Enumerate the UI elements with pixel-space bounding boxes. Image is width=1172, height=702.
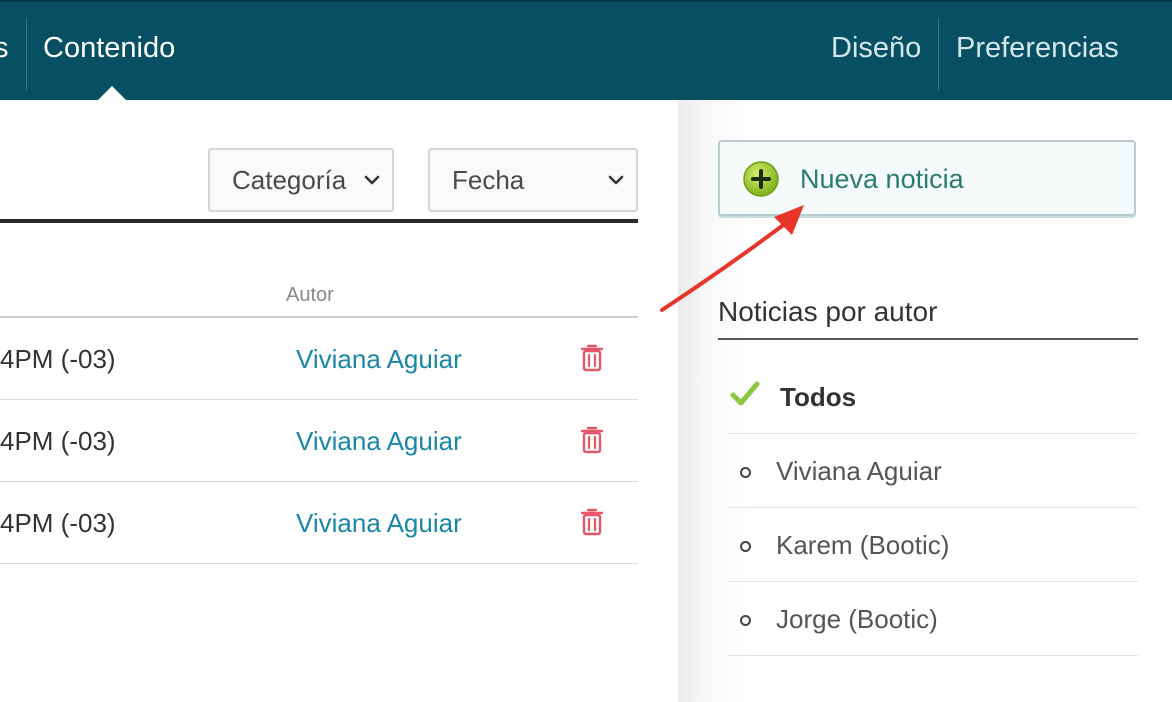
top-nav: s Contenido Diseño Preferencias <box>0 0 1172 102</box>
row-author-link[interactable]: Viviana Aguiar <box>296 508 462 539</box>
column-header-author: Autor <box>286 284 334 306</box>
bullet-icon <box>740 541 751 552</box>
filter-divider <box>0 219 638 223</box>
table-row: 4PM (-03) Viviana Aguiar <box>0 400 638 482</box>
row-date: 4PM (-03) <box>0 508 116 538</box>
trash-icon[interactable] <box>580 508 604 536</box>
section-divider <box>718 338 1138 340</box>
category-select-label: Categoría <box>232 165 347 195</box>
table-row: 4PM (-03) Viviana Aguiar <box>0 482 638 564</box>
table-row: 4PM (-03) Viviana Aguiar <box>0 318 638 400</box>
nav-item-preferencias[interactable]: Preferencias <box>956 32 1119 65</box>
new-post-button-label: Nueva noticia <box>800 164 964 194</box>
author-filter-item[interactable]: Viviana Aguiar <box>728 434 1138 508</box>
row-author-link[interactable]: Viviana Aguiar <box>296 426 462 457</box>
chevron-down-icon <box>364 175 380 185</box>
nav-separator <box>26 18 27 90</box>
author-filter-label: Karem (Bootic) <box>776 530 950 560</box>
nav-item-partial[interactable]: s <box>0 32 9 65</box>
author-filter-label: Viviana Aguiar <box>776 456 942 486</box>
author-filter-item[interactable]: Karem (Bootic) <box>728 508 1138 582</box>
author-filter-item[interactable]: Todos <box>728 360 1138 434</box>
chevron-down-icon <box>608 175 624 185</box>
author-filter-label: Jorge (Bootic) <box>776 604 938 634</box>
date-select-label: Fecha <box>452 165 525 195</box>
nav-item-contenido[interactable]: Contenido <box>43 32 175 65</box>
table-header: Autor <box>0 270 638 318</box>
category-select[interactable]: Categoría <box>208 148 394 212</box>
author-filter-label: Todos <box>780 382 857 412</box>
trash-icon[interactable] <box>580 426 604 454</box>
bullet-icon <box>740 467 751 478</box>
author-filter-item[interactable]: Jorge (Bootic) <box>728 582 1138 656</box>
add-icon <box>743 161 779 197</box>
nav-item-diseno[interactable]: Diseño <box>831 32 921 65</box>
nav-active-caret <box>96 86 128 102</box>
date-select[interactable]: Fecha <box>428 148 638 212</box>
row-date: 4PM (-03) <box>0 344 116 374</box>
section-title: Noticias por autor <box>718 296 938 327</box>
checkmark-icon <box>730 381 760 406</box>
bullet-icon <box>740 615 751 626</box>
row-author-link[interactable]: Viviana Aguiar <box>296 344 462 375</box>
nav-separator <box>938 18 939 90</box>
row-date: 4PM (-03) <box>0 426 116 456</box>
trash-icon[interactable] <box>580 344 604 372</box>
